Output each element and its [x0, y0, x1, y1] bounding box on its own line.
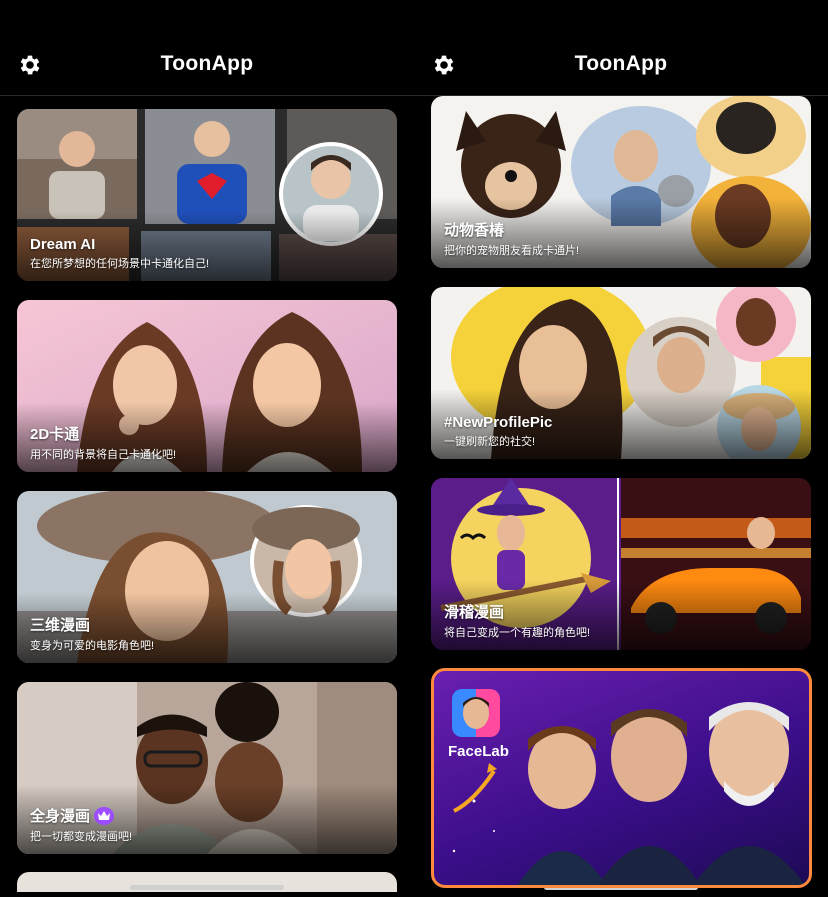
header-divider: [0, 95, 414, 96]
card-title-text: 全身漫画: [30, 807, 91, 825]
crown-icon: [94, 807, 115, 825]
facelab-logo: [452, 689, 500, 737]
card-pet-toon[interactable]: 动物香椿 把你的宠物朋友看成卡通片!: [431, 96, 811, 268]
card-2d-cartoon[interactable]: 2D卡通 用不同的背景将自己卡通化吧!: [17, 300, 397, 472]
facelab-name: FaceLab: [448, 743, 509, 760]
card-dream-ai[interactable]: Dream AI 在您所梦想的任何场景中卡通化自己!: [17, 109, 397, 281]
card-subtitle: 将自己变成一个有趣的角色吧!: [444, 627, 591, 639]
card-new-profile-pic[interactable]: #NewProfilePic 一键刷新您的社交!: [431, 287, 811, 459]
top-bar: ToonApp: [0, 38, 414, 90]
home-indicator[interactable]: [130, 885, 284, 890]
card-title: 动物香椿: [444, 222, 505, 239]
card-title: 滑稽漫画: [444, 604, 505, 621]
left-screen: ToonApp Dream AI 在您所梦想的任何场景中卡通化自己! 2D卡通 …: [0, 0, 414, 897]
card-title: #NewProfilePic: [444, 414, 553, 431]
card-subtitle: 用不同的背景将自己卡通化吧!: [30, 449, 177, 461]
card-funny-cartoon[interactable]: 滑稽漫画 将自己变成一个有趣的角色吧!: [431, 478, 811, 650]
card-title: 全身漫画: [30, 805, 115, 826]
facelab-promo-card[interactable]: FaceLab: [431, 668, 812, 888]
card-subtitle: 变身为可爱的电影角色吧!: [30, 640, 155, 652]
card-title: 三维漫画: [30, 617, 91, 634]
card-subtitle: 把你的宠物朋友看成卡通片!: [444, 245, 580, 257]
card-full-body[interactable]: 全身漫画 把一切都变成漫画吧!: [17, 682, 397, 854]
card-3d-cartoon[interactable]: 三维漫画 变身为可爱的电影角色吧!: [17, 491, 397, 663]
card-subtitle: 一键刷新您的社交!: [444, 436, 536, 448]
top-bar: ToonApp: [414, 38, 828, 90]
card-title: 2D卡通: [30, 426, 80, 443]
card-subtitle: 把一切都变成漫画吧!: [30, 831, 133, 843]
app-title: ToonApp: [160, 52, 254, 75]
app-title: ToonApp: [574, 52, 668, 75]
card-subtitle: 在您所梦想的任何场景中卡通化自己!: [30, 258, 210, 270]
card-title: Dream AI: [30, 236, 96, 253]
